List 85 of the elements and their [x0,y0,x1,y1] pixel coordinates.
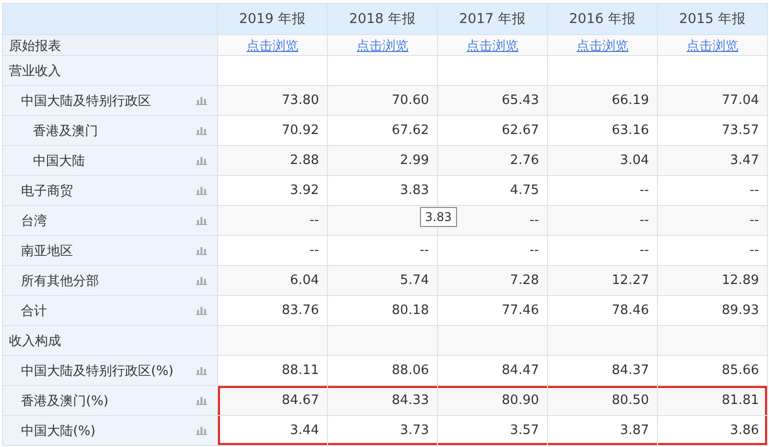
table-cell: 65.43 [502,93,539,108]
table-cell: -- [310,243,319,258]
table-cell: -- [640,243,649,258]
table-cell: 5.74 [400,273,429,288]
chart-icon[interactable] [196,216,207,225]
table-cell: -- [420,243,429,258]
table-cell: -- [530,213,539,228]
chart-icon[interactable] [196,186,207,195]
table-cell: 80.90 [502,393,539,408]
table-cell: 3.47 [730,153,759,168]
row-label: 中国大陆(%) [21,422,96,440]
table-cell: 89.93 [722,303,759,318]
table-cell: 81.81 [722,393,759,408]
table-cell: -- [530,243,539,258]
row-label: 香港及澳门(%) [21,392,108,410]
table-cell: 4.75 [510,183,539,198]
table-cell: -- [750,213,759,228]
chart-icon[interactable] [196,96,207,105]
chart-icon[interactable] [196,426,207,435]
row-label: 收入构成 [9,332,61,350]
row-label: 台湾 [21,212,47,230]
row-label: 电子商贸 [21,182,73,200]
table-cell: -- [750,183,759,198]
row-label: 中国大陆及特别行政区(%) [21,362,174,380]
row-label: 香港及澳门 [33,122,98,140]
table-cell: 80.50 [612,393,649,408]
chart-icon[interactable] [196,366,207,375]
chart-icon[interactable] [196,156,207,165]
table-cell: 77.04 [722,93,759,108]
column-header: 2017 年报 [438,4,548,34]
column-header: 2018 年报 [328,4,438,34]
column-header: 2016 年报 [548,4,658,34]
row-label: 中国大陆 [33,152,85,170]
chart-icon[interactable] [196,276,207,285]
chart-icon[interactable] [196,306,207,315]
row-label: 原始报表 [9,39,61,54]
column-header: 2019 年报 [218,4,328,34]
table-cell: 85.66 [722,363,759,378]
table-cell: 2.99 [400,153,429,168]
table-cell: 12.27 [612,273,649,288]
table-cell: 3.92 [290,183,319,198]
table-cell: 73.80 [282,93,319,108]
table-cell: 66.19 [612,93,649,108]
row-label: 中国大陆及特别行政区 [21,92,151,110]
table-cell: 73.57 [722,123,759,138]
table-cell: -- [640,183,649,198]
table-cell: 70.60 [392,93,429,108]
table-cell: 88.06 [392,363,429,378]
table-cell: 3.83 [400,183,429,198]
value-tooltip: 3.83 [420,207,457,227]
table-cell: 77.46 [502,303,539,318]
table-cell: 2.88 [290,153,319,168]
table-cell: 6.04 [290,273,319,288]
table-cell: 2.76 [510,153,539,168]
table-cell: 3.87 [620,423,649,438]
table-cell: 3.86 [730,423,759,438]
table-cell: 12.89 [722,273,759,288]
row-label: 所有其他分部 [21,272,99,290]
row-label: 营业收入 [9,62,61,80]
table-cell: 3.04 [620,153,649,168]
table-cell: 84.47 [502,363,539,378]
table-cell: -- [640,213,649,228]
table-cell: 62.67 [502,123,539,138]
chart-icon[interactable] [196,246,207,255]
table-cell: 3.44 [290,423,319,438]
table-cell: 83.76 [282,303,319,318]
table-cell: -- [310,213,319,228]
table-cell: 7.28 [510,273,539,288]
table-cell: 80.18 [392,303,429,318]
table-cell: 63.16 [612,123,649,138]
table-cell: 84.33 [392,393,429,408]
row-label: 合计 [21,302,47,320]
table-cell: 78.46 [612,303,649,318]
row-label: 南亚地区 [21,242,73,260]
table-cell: -- [750,243,759,258]
table-cell: 67.62 [392,123,429,138]
chart-icon[interactable] [196,396,207,405]
chart-icon[interactable] [196,126,207,135]
table-cell: 88.11 [282,363,319,378]
table-cell: 3.57 [510,423,539,438]
column-header: 2015 年报 [658,4,768,34]
table-cell: 3.73 [400,423,429,438]
table-cell: 84.37 [612,363,649,378]
table-cell: 84.67 [282,393,319,408]
table-cell: 70.92 [282,123,319,138]
